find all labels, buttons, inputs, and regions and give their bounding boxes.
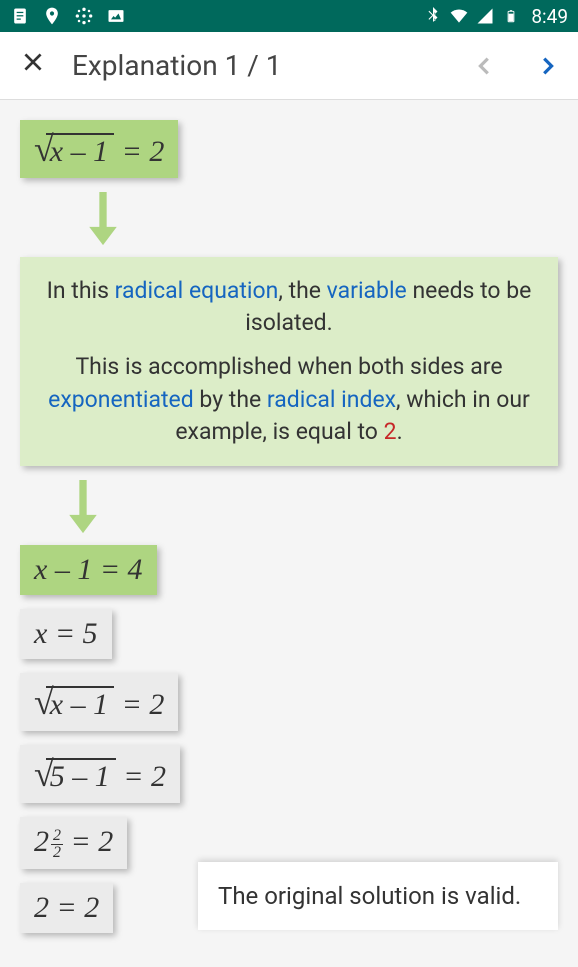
nav-prev-button[interactable]: [474, 47, 496, 85]
page-title: Explanation 1 / 1: [72, 49, 474, 82]
status-left: [10, 6, 126, 26]
dots-icon: [74, 6, 94, 26]
bluetooth-icon: [423, 6, 443, 26]
app-header: Explanation 1 / 1: [0, 32, 578, 100]
solution-note: The original solution is valid.: [198, 862, 558, 930]
equation-step-5[interactable]: √5 – 1 = 2: [20, 745, 180, 803]
maps-icon: [42, 6, 62, 26]
term-exponentiated[interactable]: exponentiated: [48, 386, 194, 413]
equation-step-2[interactable]: x – 1 = 4: [20, 545, 157, 595]
arrow-down-icon: [88, 192, 118, 247]
status-bar: 8:49: [0, 0, 578, 32]
equation-step-6[interactable]: 222 = 2: [20, 817, 127, 869]
nav-next-button[interactable]: [536, 47, 558, 85]
explanation-text: In this radical equation, the variable n…: [20, 257, 558, 466]
equation-step-4[interactable]: √x – 1 = 2: [20, 673, 178, 731]
status-right: 8:49: [423, 5, 568, 28]
term-radical-equation[interactable]: radical equation: [115, 277, 279, 304]
image-icon: [106, 6, 126, 26]
equation-step-3[interactable]: x = 5: [20, 609, 112, 659]
term-radical-index[interactable]: radical index: [267, 386, 396, 413]
status-time: 8:49: [531, 5, 568, 28]
highlight-number: 2: [384, 418, 397, 445]
content-area: √x – 1 = 2 In this radical equation, the…: [0, 100, 578, 967]
term-variable[interactable]: variable: [327, 277, 407, 304]
wifi-icon: [449, 6, 469, 26]
close-button[interactable]: [20, 49, 46, 82]
signal-icon: [475, 6, 495, 26]
arrow-down-icon: [68, 480, 98, 535]
doc-icon: [10, 6, 30, 26]
equation-step-7[interactable]: 2 = 2: [20, 883, 113, 933]
equation-step-1[interactable]: √x – 1 = 2: [20, 120, 178, 178]
battery-icon: [501, 6, 521, 26]
